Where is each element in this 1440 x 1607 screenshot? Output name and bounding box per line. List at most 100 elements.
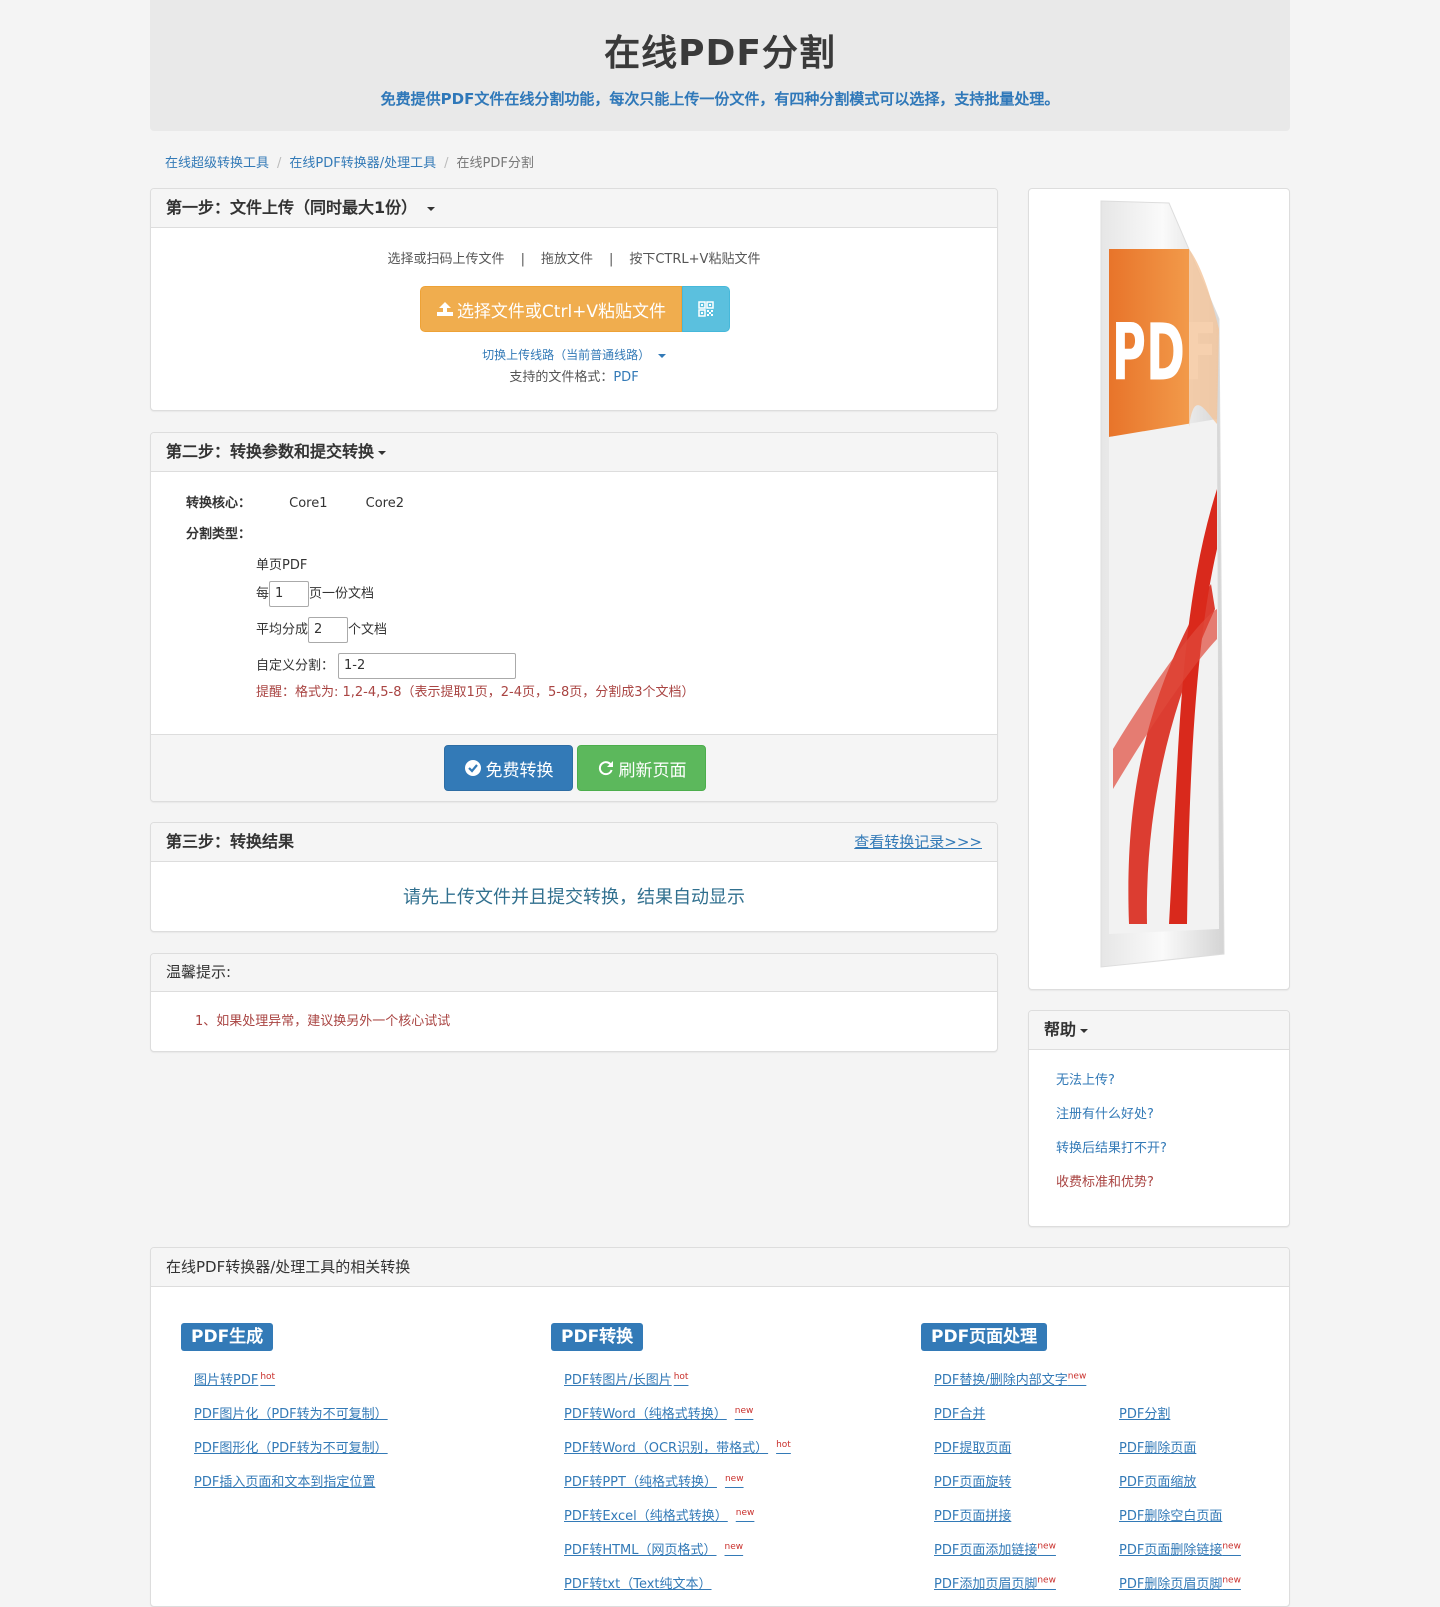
refresh-icon	[598, 761, 613, 776]
help-panel-title: 帮助	[1044, 1020, 1077, 1039]
new-badge: new	[1222, 1575, 1241, 1586]
related-link[interactable]: PDF转图片/长图片 hot	[564, 1369, 688, 1388]
core-row: 转换核心： Core1 Core2	[186, 492, 404, 511]
every-pages-input[interactable]: 1	[269, 581, 310, 607]
related-link-label: PDF转Word（纯格式转换）	[564, 1407, 727, 1422]
new-badge: new	[1067, 1371, 1087, 1382]
related-link[interactable]: PDF替换/删除内部文字new	[934, 1369, 1086, 1388]
every-suffix: 页一份文档	[309, 586, 375, 602]
breadcrumb-home[interactable]: 在线超级转换工具	[165, 156, 269, 171]
related-link-label: 图片转PDF	[194, 1373, 259, 1388]
breadcrumb: 在线超级转换工具 / 在线PDF转换器/处理工具 / 在线PDF分割	[165, 152, 534, 171]
related-link[interactable]: 图片转PDF hot	[194, 1369, 275, 1388]
help-item: 无法上传?	[1056, 1064, 1289, 1098]
formats-label: 支持的文件格式：	[509, 370, 614, 385]
related-link[interactable]: PDF页面删除链接new	[1119, 1539, 1241, 1558]
related-link[interactable]: PDF转txt（Text纯文本）	[564, 1573, 712, 1592]
related-link[interactable]: PDF页面缩放	[1119, 1471, 1196, 1490]
new-badge: new	[734, 1405, 754, 1416]
related-link[interactable]: PDF添加页眉页脚new	[934, 1573, 1056, 1592]
upload-method-select: 选择或扫码上传文件	[387, 252, 505, 267]
refresh-button[interactable]: 刷新页面	[577, 745, 706, 791]
split-option-single[interactable]: 单页PDF	[256, 554, 307, 573]
core-label: 转换核心：	[186, 496, 252, 511]
hot-badge: hot	[776, 1439, 791, 1450]
help-link-cannot-upload[interactable]: 无法上传?	[1056, 1073, 1115, 1088]
related-tools-title: 在线PDF转换器/处理工具的相关转换	[151, 1248, 1289, 1287]
related-link[interactable]: PDF页面拼接	[934, 1505, 1011, 1524]
custom-split-input[interactable]: 1-2	[338, 653, 517, 679]
breadcrumb-category[interactable]: 在线PDF转换器/处理工具	[289, 156, 436, 171]
related-link[interactable]: PDF删除页眉页脚new	[1119, 1573, 1241, 1592]
every-prefix: 每	[256, 586, 270, 602]
related-link[interactable]: PDF插入页面和文本到指定位置	[194, 1471, 375, 1490]
select-file-button[interactable]: 选择文件或Ctrl+V粘贴文件	[420, 286, 682, 332]
split-type-row: 分割类型：	[186, 523, 251, 542]
hot-badge: hot	[673, 1371, 689, 1382]
result-message: 请先上传文件并且提交转换，结果自动显示	[403, 887, 745, 908]
switch-upload-route-link[interactable]: 切换上传线路（当前普通线路）	[482, 348, 666, 362]
supported-formats: 支持的文件格式：PDF	[151, 366, 997, 385]
breadcrumb-separator: /	[277, 156, 282, 171]
select-file-label: 选择文件或Ctrl+V粘贴文件	[456, 301, 667, 322]
help-link-pricing[interactable]: 收费标准和优势?	[1056, 1175, 1154, 1190]
history-link[interactable]: 查看转换记录>>>	[854, 823, 982, 861]
upload-methods: 选择或扫码上传文件 | 拖放文件 | 按下CTRL+V粘贴文件	[151, 248, 997, 267]
upload-icon	[436, 302, 453, 316]
new-badge: new	[724, 1473, 744, 1484]
related-link[interactable]: PDF图形化（PDF转为不可复制）	[194, 1437, 388, 1456]
custom-split-label: 自定义分割：	[256, 658, 335, 674]
related-group-title: PDF生成	[181, 1323, 274, 1351]
switch-upload-route-label: 切换上传线路（当前普通线路）	[482, 348, 651, 362]
tips-panel: 温馨提示: 1、如果处理异常，建议换另外一个核心试试	[150, 953, 998, 1052]
convert-button[interactable]: 免费转换	[444, 745, 573, 791]
split-option-every: 每 1 页一份文档	[256, 581, 374, 607]
related-link-label: PDF添加页眉页脚	[934, 1577, 1038, 1592]
related-group-title: PDF页面处理	[921, 1323, 1048, 1351]
related-link[interactable]: PDF提取页面	[934, 1437, 1011, 1456]
help-panel: 帮助 无法上传? 注册有什么好处? 转换后结果打不开? 收费标准和优势?	[1028, 1010, 1290, 1227]
related-group-pages: PDF页面处理 PDF替换/删除内部文字new PDF合并 PDF分割 PDF提…	[891, 1323, 1289, 1592]
split-option-average: 平均分成 2 个文档	[256, 617, 387, 643]
new-badge: new	[1037, 1541, 1056, 1552]
related-link[interactable]: PDF转PPT（纯格式转换） new	[564, 1471, 744, 1490]
related-link[interactable]: PDF图片化（PDF转为不可复制）	[194, 1403, 388, 1422]
average-count-input[interactable]: 2	[308, 617, 349, 643]
average-prefix: 平均分成	[256, 622, 309, 638]
custom-split-hint: 提醒：格式为: 1,2-4,5-8（表示提取1页，2-4页，5-8页，分割成3个…	[256, 685, 695, 700]
related-link-label: PDF转PPT（纯格式转换）	[564, 1475, 717, 1490]
related-link[interactable]: PDF合并	[934, 1403, 985, 1422]
related-link-label: PDF替换/删除内部文字	[934, 1373, 1068, 1388]
core1-option[interactable]: Core1	[289, 496, 327, 511]
split-option-custom: 自定义分割： 1-2	[256, 653, 517, 679]
help-item: 收费标准和优势?	[1056, 1166, 1289, 1200]
help-link-cannot-open[interactable]: 转换后结果打不开?	[1056, 1141, 1167, 1156]
qr-upload-button[interactable]	[682, 286, 730, 332]
related-link[interactable]: PDF转Word（纯格式转换） new	[564, 1403, 753, 1422]
related-link[interactable]: PDF页面旋转	[934, 1471, 1011, 1490]
related-link[interactable]: PDF转Excel（纯格式转换） new	[564, 1505, 754, 1524]
help-link-register-benefits[interactable]: 注册有什么好处?	[1056, 1107, 1154, 1122]
related-link[interactable]: PDF页面添加链接new	[934, 1539, 1056, 1558]
related-link[interactable]: PDF删除空白页面	[1119, 1505, 1222, 1524]
new-badge: new	[1037, 1575, 1056, 1586]
related-link[interactable]: PDF删除页面	[1119, 1437, 1196, 1456]
upload-panel-heading[interactable]: 第一步：文件上传（同时最大1份）	[151, 189, 997, 228]
help-panel-heading[interactable]: 帮助	[1029, 1011, 1289, 1050]
params-panel-heading[interactable]: 第二步：转换参数和提交转换	[151, 433, 997, 472]
page-subtitle: 免费提供PDF文件在线分割功能，每次只能上传一份文件，有四种分割模式可以选择，支…	[380, 90, 1060, 108]
caret-down-icon	[426, 206, 435, 211]
related-link[interactable]: PDF转HTML（网页格式） new	[564, 1539, 743, 1558]
related-link[interactable]: PDF分割	[1119, 1403, 1170, 1422]
params-panel: 第二步：转换参数和提交转换 转换核心： Core1 Core2 分割类型： 单页…	[150, 432, 998, 802]
switch-upload-route: 切换上传线路（当前普通线路）	[151, 346, 997, 363]
related-link-label: PDF转图片/长图片	[564, 1373, 672, 1388]
separator: |	[520, 252, 525, 267]
page-title: 在线PDF分割	[604, 33, 836, 74]
core2-option[interactable]: Core2	[366, 496, 404, 511]
convert-button-label: 免费转换	[485, 760, 554, 781]
related-tools-panel: 在线PDF转换器/处理工具的相关转换 PDF生成 图片转PDF hot PDF图片…	[150, 1247, 1290, 1607]
related-link[interactable]: PDF转Word（OCR识别，带格式） hot	[564, 1437, 791, 1456]
tips-panel-title: 温馨提示:	[151, 954, 997, 992]
hot-badge: hot	[260, 1371, 276, 1382]
